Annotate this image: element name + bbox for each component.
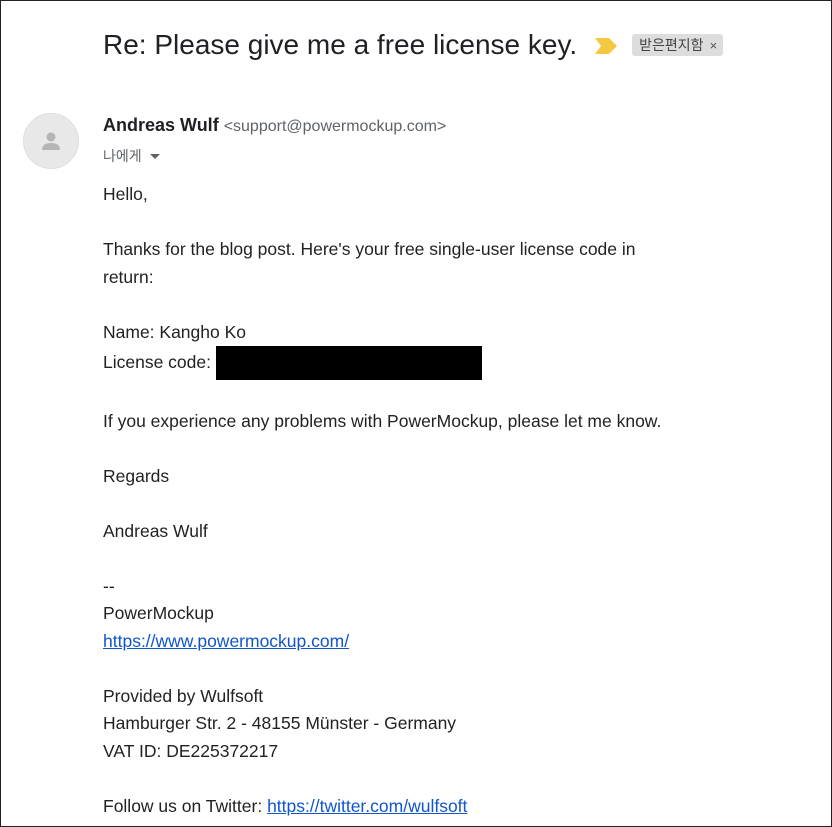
problems-line: If you experience any problems with Powe… [103, 410, 662, 431]
avatar [23, 113, 79, 169]
importance-marker-icon[interactable] [595, 38, 618, 54]
intro-line-1: Thanks for the blog post. Here's your fr… [103, 239, 636, 259]
signature-dash: -- [103, 575, 115, 596]
recipient-label: 나에게 [103, 148, 142, 164]
remove-label-icon[interactable]: × [710, 38, 718, 53]
recipient-details-toggle[interactable]: 나에게 [103, 146, 160, 166]
subject-row: Re: Please give me a free license key. 받… [103, 29, 724, 61]
twitter-line: Follow us on Twitter: https://twitter.co… [103, 793, 723, 821]
email-body: Hello, Thanks for the blog post. Here's … [103, 181, 723, 820]
email-subject: Re: Please give me a free license key. [103, 29, 578, 60]
name-line: Name: Kangho Ko [103, 321, 247, 342]
license-label: License code: [103, 352, 211, 372]
company-link-line: https://www.powermockup.com/ [103, 628, 723, 656]
company-link[interactable]: https://www.powermockup.com/ [103, 631, 349, 651]
chevron-down-icon[interactable] [149, 153, 160, 159]
company-name: PowerMockup [103, 603, 214, 623]
regards: Regards [103, 465, 170, 486]
address: Hamburger Str. 2 - 48155 Münster - Germa… [103, 713, 457, 733]
license-line: License code: [103, 346, 723, 380]
inbox-label-chip: 받은편지함 × [632, 34, 724, 56]
provided-by: Provided by Wulfsoft [103, 685, 264, 706]
sender-row: Andreas Wulf <support@powermockup.com> [103, 115, 446, 136]
redacted-license-code [215, 346, 482, 380]
sender-name[interactable]: Andreas Wulf [103, 115, 219, 136]
greeting: Hello, [103, 184, 148, 204]
intro-line-2: return: [103, 266, 154, 287]
person-icon [42, 132, 60, 150]
follow-label: Follow us on Twitter: [103, 795, 263, 816]
signoff-name: Andreas Wulf [103, 520, 208, 541]
sender-email: <support@powermockup.com> [223, 118, 447, 135]
twitter-link[interactable]: https://twitter.com/wulfsoft [267, 796, 467, 816]
inbox-label-text: 받은편지함 [639, 37, 704, 53]
vat-id: VAT ID: DE225372217 [103, 740, 279, 761]
